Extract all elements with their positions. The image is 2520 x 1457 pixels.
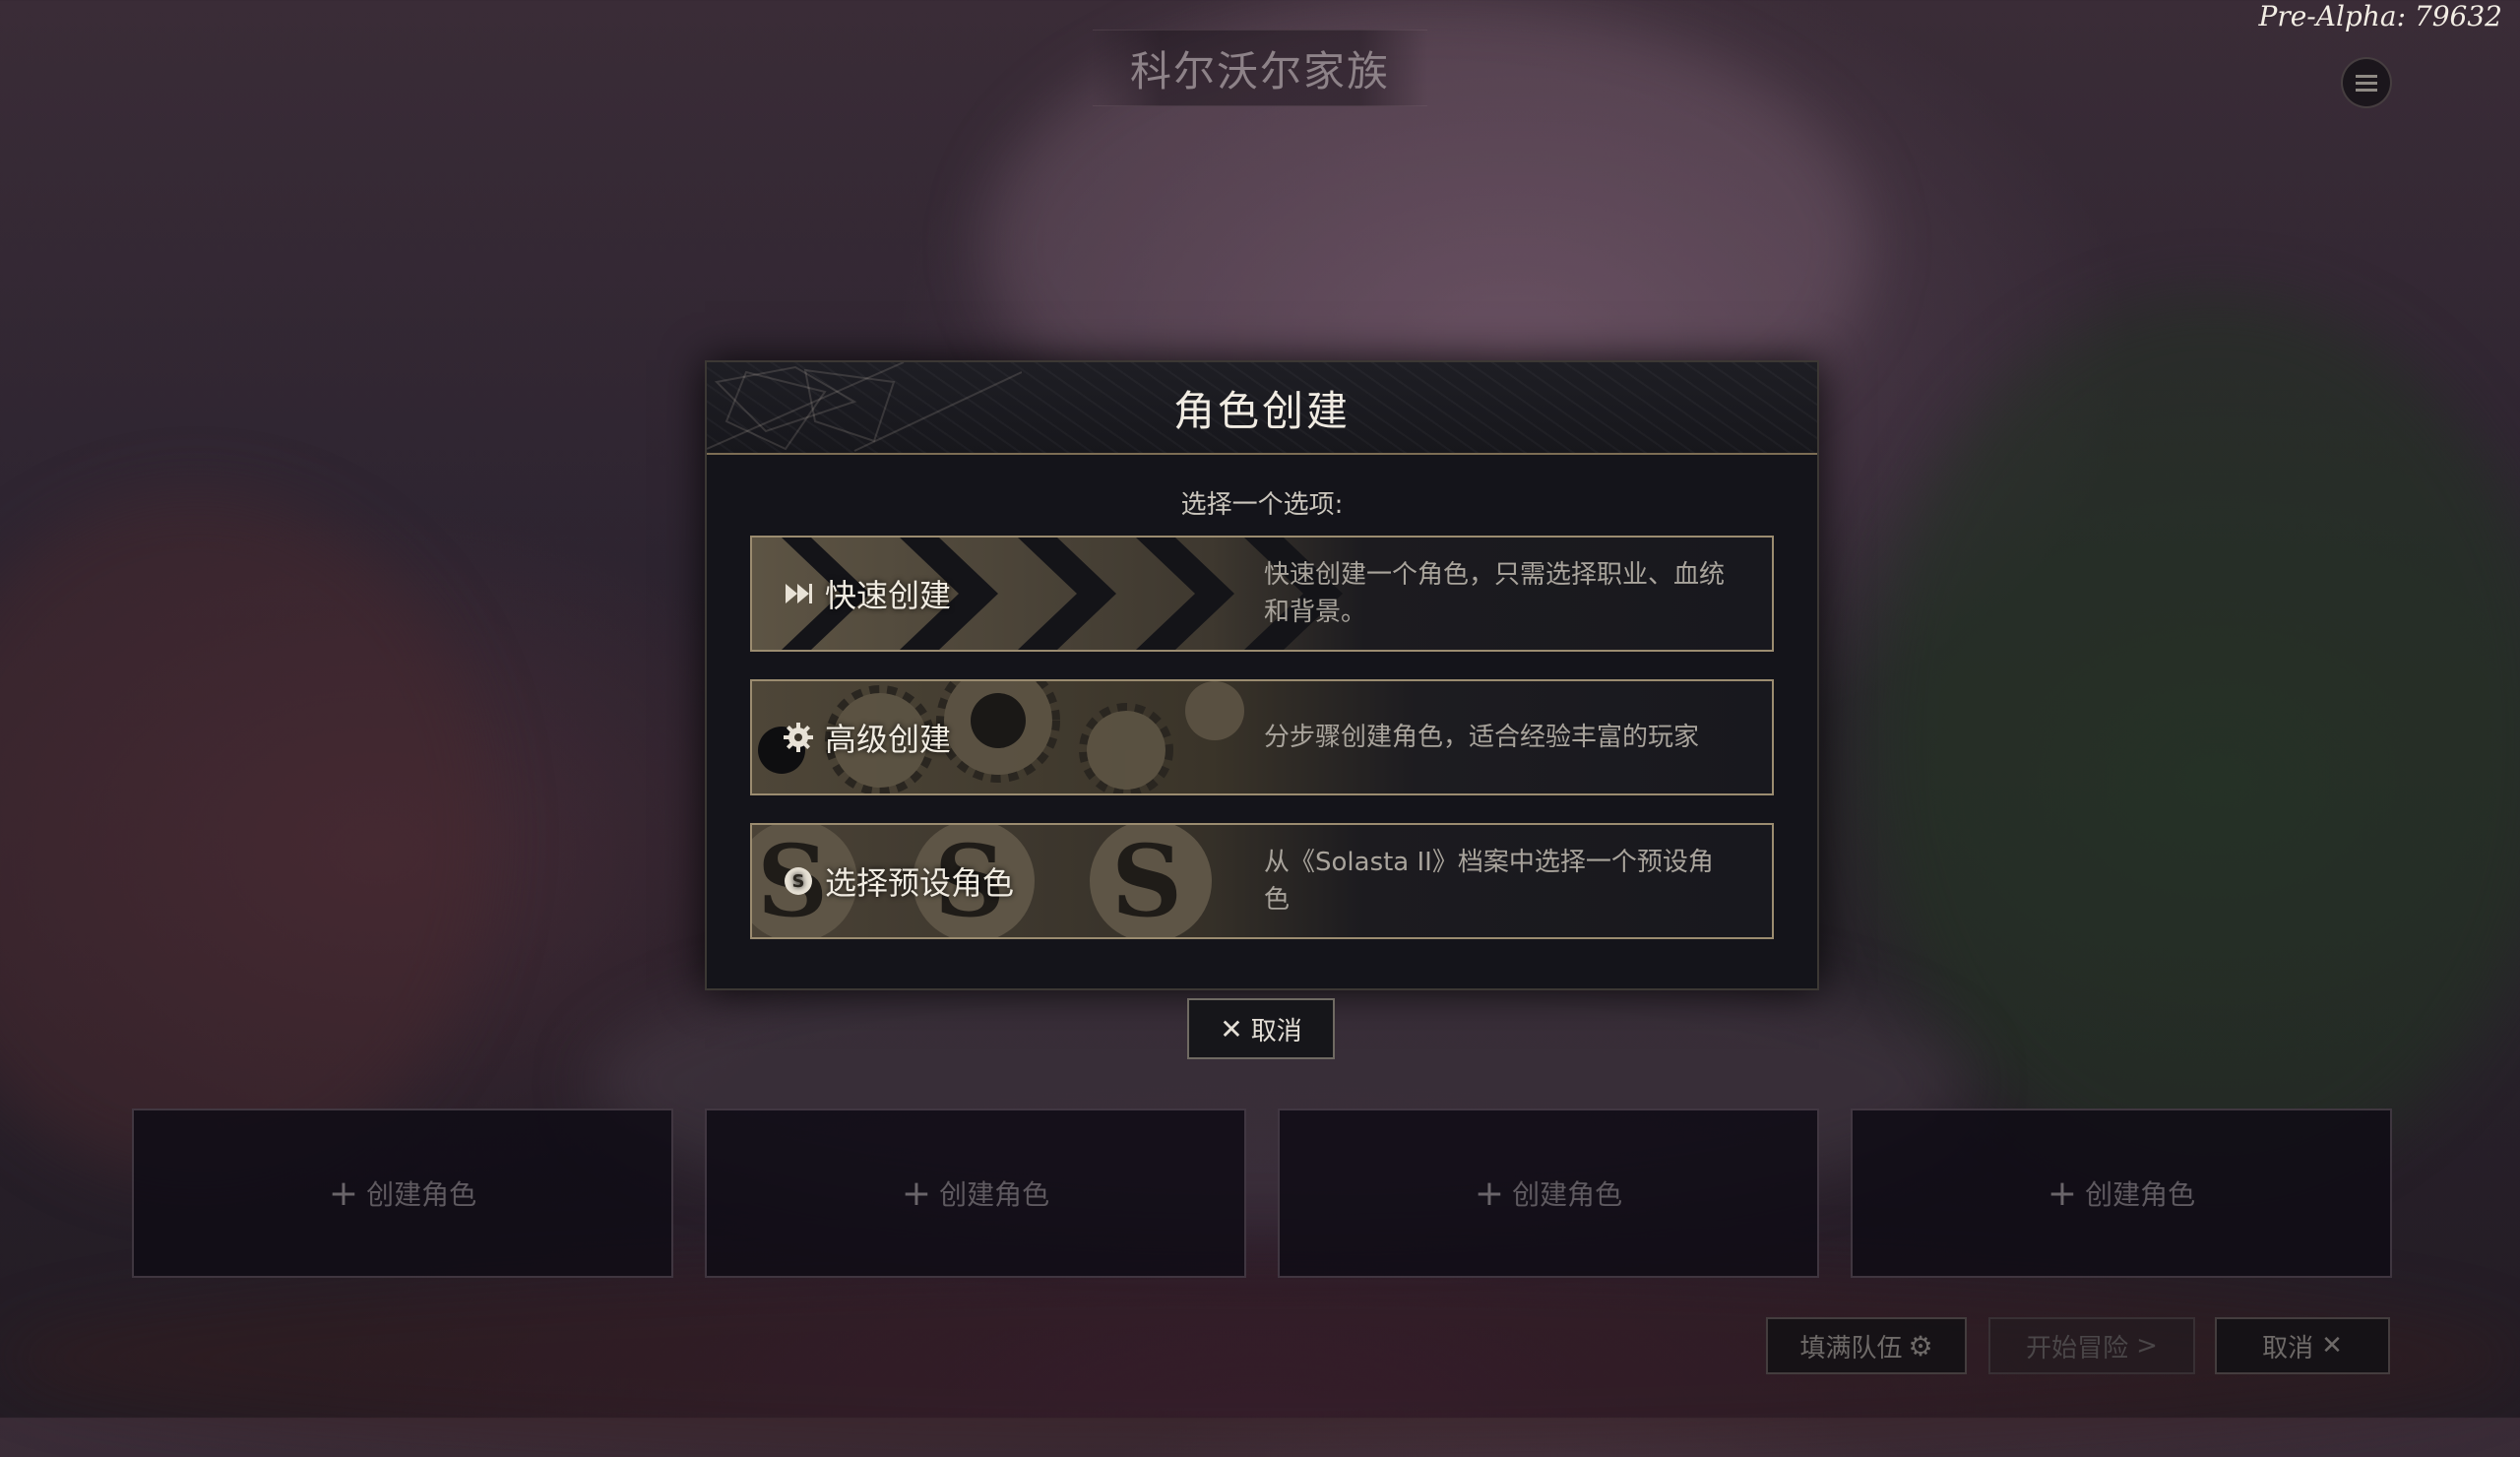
quick-create-option[interactable]: 快速创建 快速创建一个角色，只需选择职业、血统和背景。 xyxy=(750,536,1774,652)
character-slot-1[interactable]: + 创建角色 xyxy=(132,1109,673,1278)
character-slot-4[interactable]: + 创建角色 xyxy=(1851,1109,2392,1278)
advanced-create-description: 分步骤创建角色，适合经验丰富的玩家 xyxy=(1264,723,1700,752)
gear-icon: ⚙ xyxy=(1908,1329,1933,1362)
fill-party-button[interactable]: 填满队伍 ⚙ xyxy=(1766,1317,1967,1374)
quick-create-description: 快速创建一个角色，只需选择职业、血统和背景。 xyxy=(1264,560,1726,627)
start-adventure-label: 开始冒险 xyxy=(2026,1333,2129,1363)
dialog-subtitle: 选择一个选项: xyxy=(1180,490,1344,520)
footer-cancel-label: 取消 xyxy=(2262,1333,2314,1363)
svg-text:S: S xyxy=(1111,825,1182,937)
menu-button[interactable] xyxy=(2341,57,2392,108)
plus-icon: + xyxy=(2047,1172,2078,1214)
hamburger-menu-icon xyxy=(2356,81,2377,85)
gear-icon xyxy=(782,721,815,754)
plus-icon: + xyxy=(328,1172,359,1214)
plus-icon: + xyxy=(901,1172,932,1214)
close-icon: ✕ xyxy=(1220,1012,1243,1045)
dialog-cancel-label: 取消 xyxy=(1250,1016,1302,1046)
create-character-label: 创建角色 xyxy=(1512,1178,1623,1211)
quick-create-label: 快速创建 xyxy=(825,577,952,614)
character-slot-3[interactable]: + 创建角色 xyxy=(1278,1109,1819,1278)
background-foliage-left xyxy=(0,492,492,1181)
premade-character-description: 从《Solasta II》档案中选择一个预设角色 xyxy=(1264,848,1714,915)
solasta-s-icon: S xyxy=(782,864,815,898)
character-slot-2[interactable]: + 创建角色 xyxy=(705,1109,1246,1278)
close-icon: ✕ xyxy=(2321,1331,2343,1361)
fast-forward-icon xyxy=(782,577,815,610)
dialog-cancel-button[interactable]: ✕ 取消 xyxy=(1187,998,1335,1059)
premade-character-option[interactable]: S S S S 选择预设角色 从《Solasta II》档案中选择一个预设角色 xyxy=(750,823,1774,939)
chevron-right-icon: > xyxy=(2136,1331,2158,1361)
advanced-create-option[interactable]: 高级创建 分步骤创建角色，适合经验丰富的玩家 xyxy=(750,679,1774,795)
svg-text:S: S xyxy=(792,871,805,892)
dialog-title: 角色创建 xyxy=(1172,386,1351,435)
create-character-label: 创建角色 xyxy=(939,1178,1050,1211)
advanced-create-label: 高级创建 xyxy=(825,721,952,758)
premade-character-label: 选择预设角色 xyxy=(825,864,1015,902)
plus-icon: + xyxy=(1474,1172,1505,1214)
party-title: 科尔沃尔家族 xyxy=(1093,30,1427,106)
character-creation-dialog: 角色创建 选择一个选项: 快速创建 快速创建一个角色，只需选择职业、血统和背景。… xyxy=(705,360,1819,990)
footer-cancel-button[interactable]: 取消 ✕ xyxy=(2215,1317,2390,1374)
header-pattern-decoration xyxy=(707,362,1022,452)
fill-party-label: 填满队伍 xyxy=(1799,1333,1903,1363)
dialog-header: 角色创建 xyxy=(707,362,1817,455)
version-label: Pre-Alpha: 79632 xyxy=(2258,0,2503,32)
create-character-label: 创建角色 xyxy=(2085,1178,2196,1211)
create-character-label: 创建角色 xyxy=(366,1178,477,1211)
start-adventure-button[interactable]: 开始冒险 > xyxy=(1988,1317,2195,1374)
background-foliage-right xyxy=(1870,295,2520,1181)
